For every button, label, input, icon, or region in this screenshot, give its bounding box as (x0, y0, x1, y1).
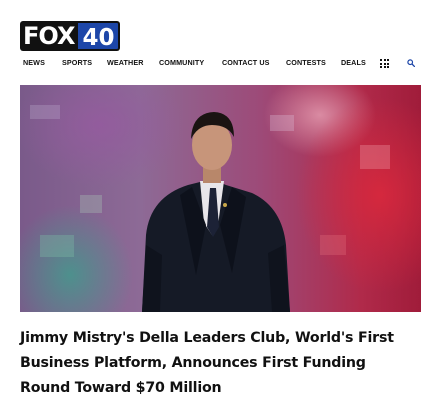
nav-item-community[interactable]: COMMUNITY (159, 56, 204, 70)
nav-item-deals[interactable]: DEALS (341, 56, 366, 70)
nav-item-weather[interactable]: WEATHER (107, 56, 144, 70)
main-nav: NEWS SPORTS WEATHER COMMUNITY CONTACT US… (0, 56, 440, 70)
logo-fox-text: FOX (20, 21, 79, 51)
logo-channel-number: 40 (78, 21, 121, 51)
nav-item-contests[interactable]: CONTESTS (286, 56, 326, 70)
nav-item-sports[interactable]: SPORTS (62, 56, 92, 70)
page: FOX 40 NEWS SPORTS WEATHER COMMUNITY CON… (0, 0, 440, 420)
grid-icon[interactable] (380, 59, 389, 68)
fox40-logo[interactable]: FOX 40 (20, 21, 121, 51)
article-hero-image[interactable] (20, 85, 421, 312)
article-headline[interactable]: Jimmy Mistry's Della Leaders Club, World… (20, 326, 420, 401)
search-icon[interactable] (407, 59, 415, 67)
nav-item-contact-us[interactable]: CONTACT US (222, 56, 270, 70)
nav-item-news[interactable]: NEWS (23, 56, 45, 70)
hero-photo-figure (30, 105, 390, 312)
